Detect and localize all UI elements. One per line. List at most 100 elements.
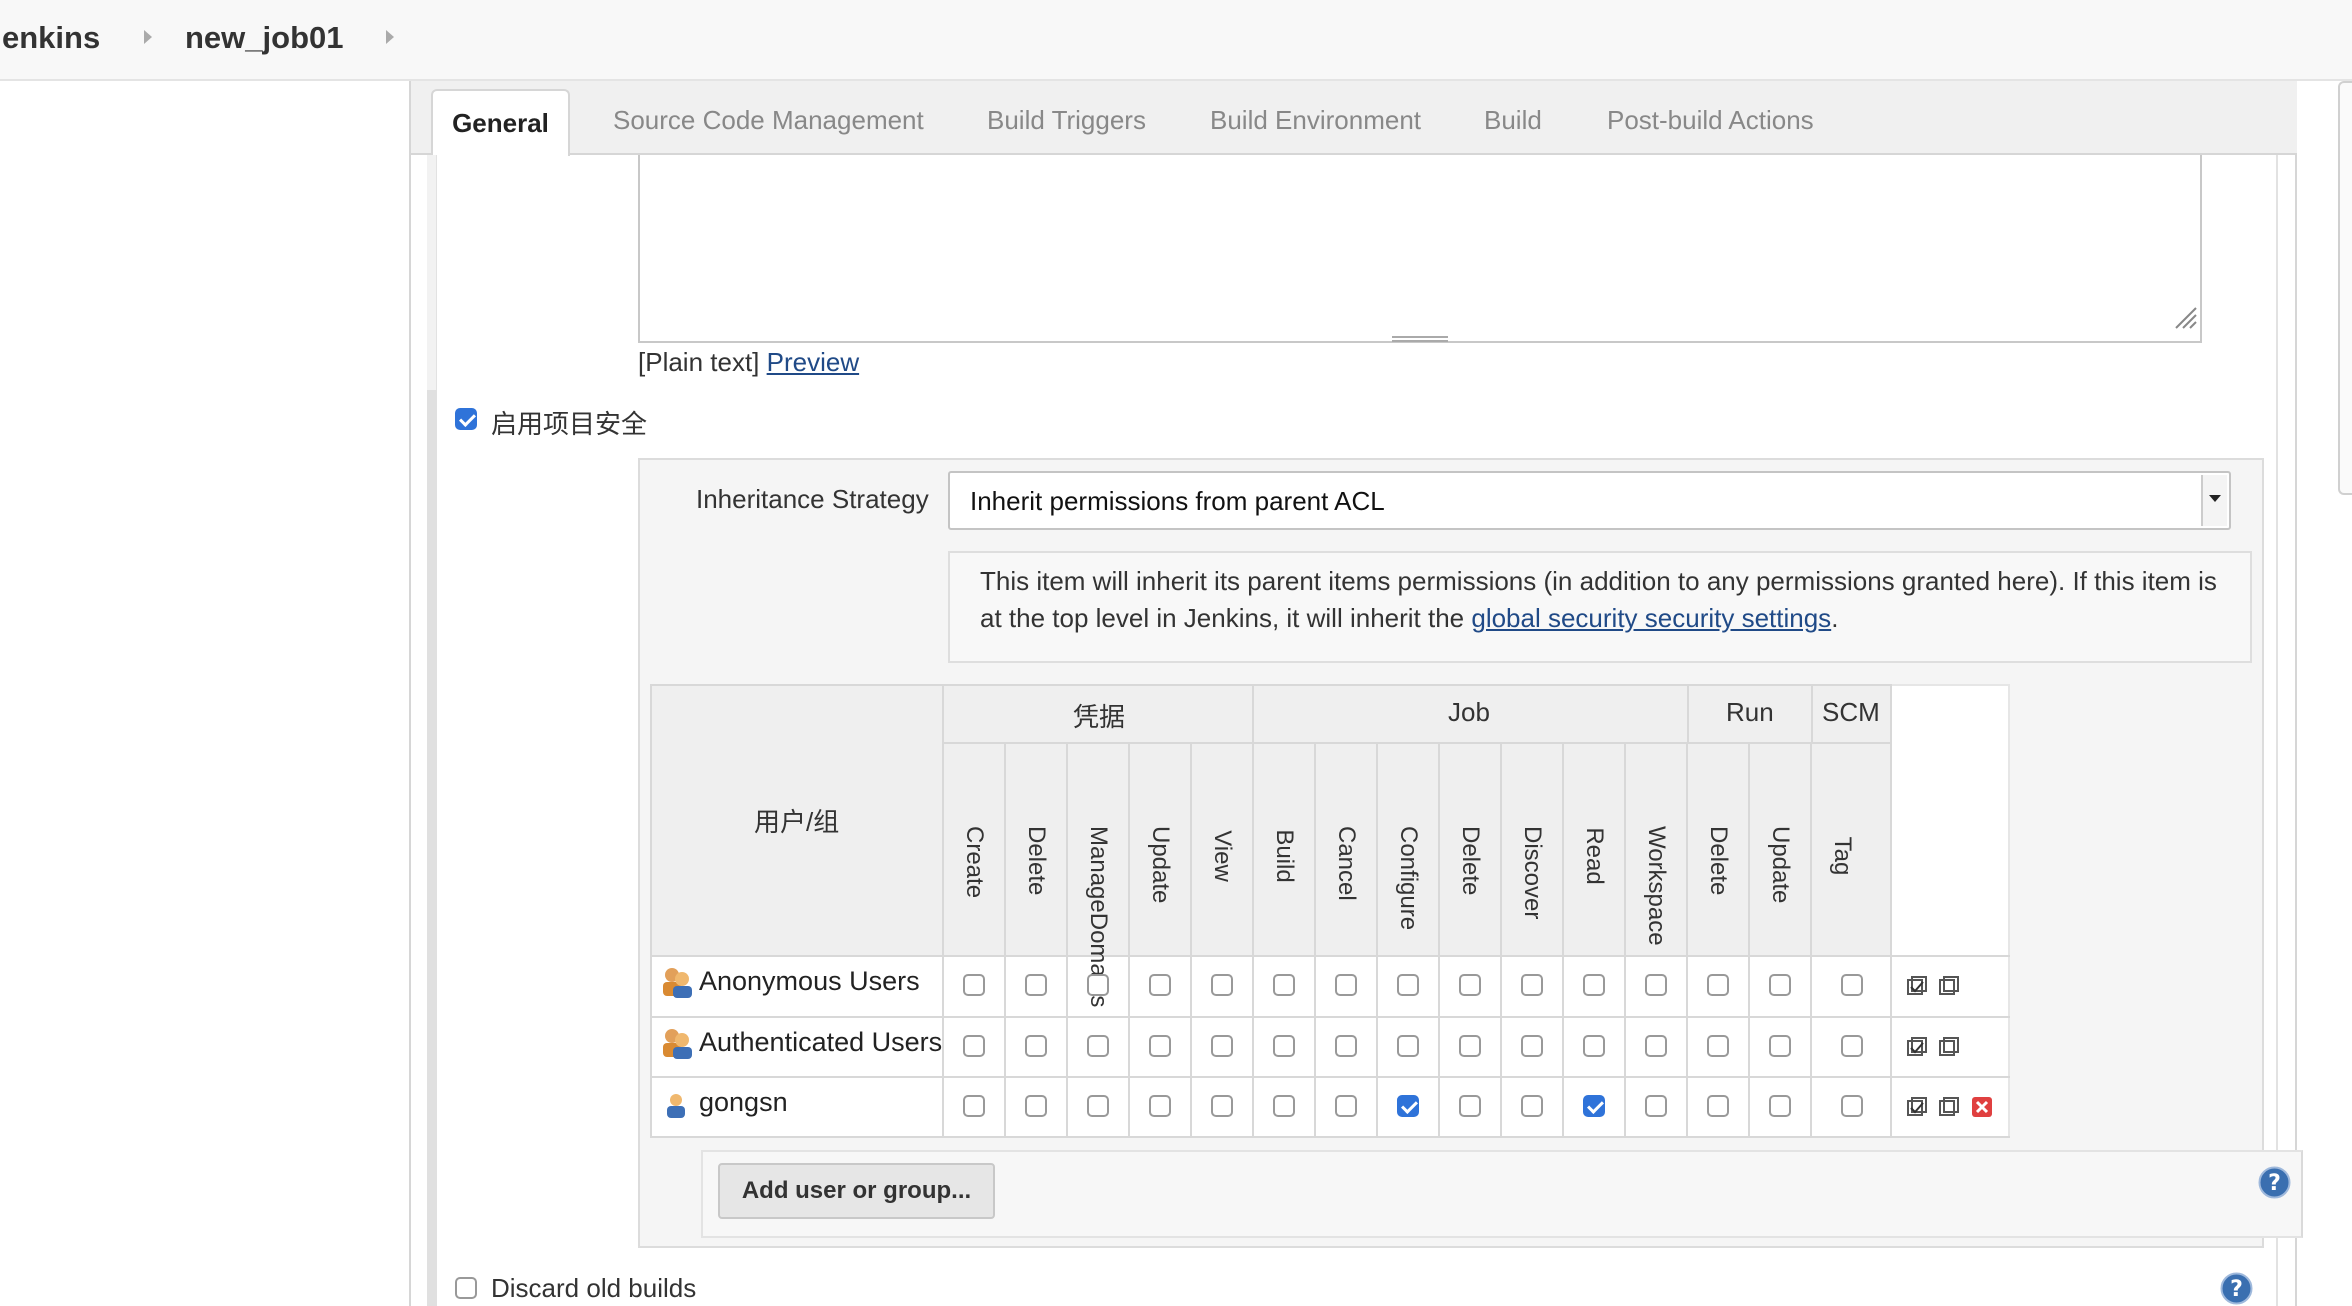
permission-checkbox[interactable] [963, 1034, 985, 1057]
matrix-grid-line [1252, 742, 1254, 1138]
matrix-grid-line [650, 1076, 2010, 1078]
permission-checkbox[interactable] [1645, 1094, 1667, 1117]
help-icon[interactable]: ? [2220, 1272, 2253, 1305]
add-user-or-group-button[interactable]: Add user or group... [718, 1163, 995, 1219]
breadcrumb-jenkins[interactable]: enkins [2, 20, 100, 56]
permission-checkbox[interactable] [1583, 973, 1605, 996]
uncheck-all-icon[interactable] [1938, 975, 1960, 997]
tab-build-environment[interactable]: Build Environment [1210, 105, 1421, 136]
permission-checkbox[interactable] [1397, 973, 1419, 996]
tab-general[interactable]: General [431, 89, 570, 156]
security-section-indicator [427, 390, 437, 1306]
permission-checkbox[interactable] [1459, 1034, 1481, 1057]
group-header-run: Run [1726, 697, 1774, 727]
permission-checkbox[interactable] [1335, 1034, 1357, 1057]
permission-checkbox[interactable] [1087, 1094, 1109, 1117]
global-security-link[interactable]: global security security settings [1471, 603, 1831, 633]
permission-checkbox[interactable] [1025, 1034, 1047, 1057]
permission-checkbox[interactable] [1397, 1034, 1419, 1057]
matrix-grid-line [1438, 742, 1440, 1138]
preview-link[interactable]: Preview [767, 347, 859, 377]
permission-checkbox[interactable] [1273, 1034, 1295, 1057]
tab-build[interactable]: Build [1484, 105, 1542, 136]
permission-checkbox[interactable] [1521, 973, 1543, 996]
breadcrumb-job[interactable]: new_job01 [185, 20, 344, 56]
permission-checkbox[interactable] [1149, 1034, 1171, 1057]
project-security-checkbox[interactable] [455, 408, 477, 430]
matrix-grid-line [1190, 742, 1192, 1138]
permission-checkbox[interactable] [1707, 1094, 1729, 1117]
permission-checkbox[interactable] [1841, 1034, 1863, 1057]
scrollbar[interactable] [2338, 81, 2352, 495]
permission-checkbox[interactable] [1521, 1034, 1543, 1057]
tab-source-code-management[interactable]: Source Code Management [613, 105, 924, 136]
uncheck-all-icon[interactable] [1938, 1096, 1960, 1118]
users-group-icon [663, 1029, 692, 1059]
group-header-scm: SCM [1822, 697, 1880, 727]
column-header-update: Update [1147, 826, 1174, 904]
column-header-update: Update [1767, 826, 1794, 904]
permission-checkbox[interactable] [1149, 973, 1171, 996]
permission-checkbox[interactable] [1397, 1094, 1419, 1117]
dropdown-arrow-icon[interactable] [2201, 475, 2227, 526]
permission-checkbox[interactable] [1025, 1094, 1047, 1117]
discard-old-builds-checkbox[interactable] [455, 1277, 477, 1299]
check-all-icon[interactable] [1906, 1036, 1928, 1058]
section-right-border [2276, 155, 2278, 1306]
help-icon[interactable]: ? [2258, 1166, 2291, 1199]
permission-checkbox[interactable] [1769, 973, 1791, 996]
permission-checkbox[interactable] [1841, 1094, 1863, 1117]
permission-checkbox[interactable] [1149, 1094, 1171, 1117]
matrix-grid-line [1810, 742, 1812, 1138]
matrix-grid-line [1314, 742, 1316, 1138]
tab-post-build-actions[interactable]: Post-build Actions [1607, 105, 1814, 136]
permission-checkbox[interactable] [963, 1094, 985, 1117]
permission-checkbox[interactable] [1459, 973, 1481, 996]
permission-checkbox[interactable] [1769, 1034, 1791, 1057]
inheritance-strategy-select[interactable]: Inherit permissions from parent ACL [948, 471, 2231, 530]
discard-old-builds-label: Discard old builds [491, 1273, 697, 1303]
check-all-icon[interactable] [1906, 1096, 1928, 1118]
column-header-build: Build [1271, 829, 1298, 883]
permission-checkbox[interactable] [1583, 1034, 1605, 1057]
breadcrumb-separator-icon[interactable] [144, 30, 152, 44]
permission-checkbox[interactable] [1211, 973, 1233, 996]
remove-icon[interactable] [1971, 1096, 1993, 1118]
permission-checkbox[interactable] [1211, 1094, 1233, 1117]
permission-checkbox[interactable] [1841, 973, 1863, 996]
column-header-delete: Delete [1457, 826, 1484, 896]
matrix-actions-column [1892, 684, 2010, 1138]
uncheck-all-icon[interactable] [1938, 1036, 1960, 1058]
permission-checkbox[interactable] [1087, 973, 1109, 996]
textarea-resize-grip[interactable] [1392, 336, 1448, 342]
permission-checkbox[interactable] [1645, 973, 1667, 996]
user-icon [667, 1094, 685, 1118]
permission-checkbox[interactable] [1769, 1094, 1791, 1117]
resize-corner-icon[interactable] [2172, 304, 2198, 330]
description-textarea[interactable] [638, 155, 2202, 343]
group-header-job: Job [1448, 697, 1490, 727]
column-header-delete: Delete [1023, 826, 1050, 896]
inheritance-strategy-value: Inherit permissions from parent ACL [970, 486, 1385, 516]
permission-checkbox[interactable] [1335, 1094, 1357, 1117]
matrix-grid-line [1748, 742, 1750, 1138]
permission-checkbox[interactable] [1211, 1034, 1233, 1057]
matrix-grid-line [1624, 742, 1626, 1138]
permission-checkbox[interactable] [1335, 973, 1357, 996]
check-all-icon[interactable] [1906, 975, 1928, 997]
permission-checkbox[interactable] [1087, 1034, 1109, 1057]
permission-checkbox[interactable] [1273, 973, 1295, 996]
breadcrumb-separator-icon[interactable] [386, 30, 394, 44]
permission-checkbox[interactable] [1707, 1034, 1729, 1057]
permission-checkbox[interactable] [1707, 973, 1729, 996]
tab-build-triggers[interactable]: Build Triggers [987, 105, 1146, 136]
permission-checkbox[interactable] [1459, 1094, 1481, 1117]
markup-format-label: [Plain text] [638, 347, 767, 377]
permission-checkbox[interactable] [963, 973, 985, 996]
permission-checkbox[interactable] [1583, 1094, 1605, 1117]
svg-text:?: ? [2268, 1171, 2281, 1196]
permission-checkbox[interactable] [1521, 1094, 1543, 1117]
permission-checkbox[interactable] [1273, 1094, 1295, 1117]
permission-checkbox[interactable] [1645, 1034, 1667, 1057]
permission-checkbox[interactable] [1025, 973, 1047, 996]
